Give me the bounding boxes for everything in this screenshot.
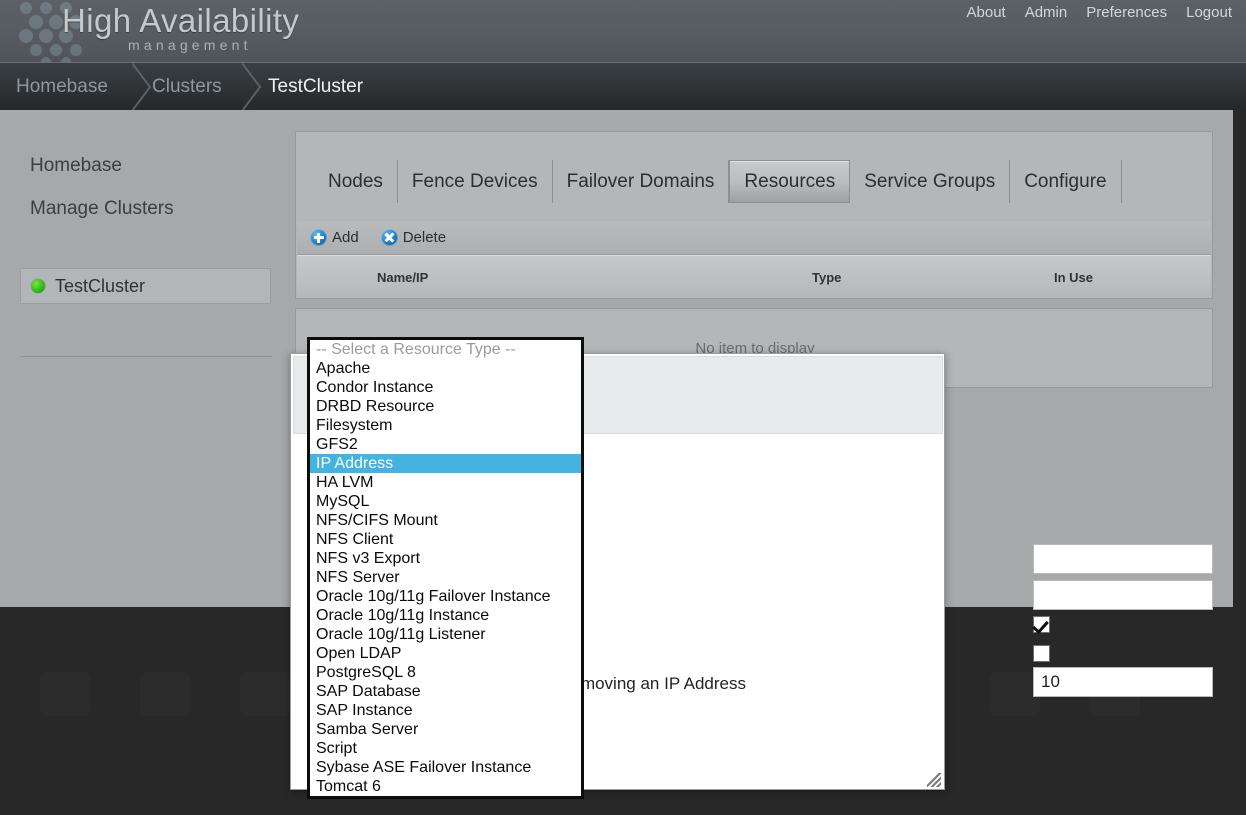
option-select-a-resource-type[interactable]: -- Select a Resource Type -- [310, 340, 581, 359]
chevron-right-icon [114, 62, 152, 112]
column-header-type[interactable]: Type [812, 270, 841, 285]
tab-nodes[interactable]: Nodes [314, 160, 398, 203]
dialog-checkbox-1[interactable] [1033, 616, 1050, 633]
delete-button[interactable]: Delete [380, 229, 447, 246]
resources-table-header: Name/IP Type In Use [297, 255, 1211, 298]
option-condor-instance[interactable]: Condor Instance [310, 378, 581, 397]
page-root: High Availability management About Admin… [0, 0, 1246, 815]
tab-service-groups[interactable]: Service Groups [850, 160, 1011, 203]
option-gfs2[interactable]: GFS2 [310, 435, 581, 454]
option-oracle-listener[interactable]: Oracle 10g/11g Listener [310, 625, 581, 644]
option-mysql[interactable]: MySQL [310, 492, 581, 511]
sidebar-item-manage-clusters[interactable]: Manage Clusters [30, 198, 174, 220]
sidebar-item-testcluster[interactable]: TestCluster [20, 268, 271, 304]
dialog-checkbox-2[interactable] [1033, 645, 1050, 662]
nav-link-logout[interactable]: Logout [1186, 4, 1232, 21]
column-header-name-ip[interactable]: Name/IP [377, 270, 428, 285]
add-button[interactable]: Add [310, 229, 359, 246]
option-open-ldap[interactable]: Open LDAP [310, 644, 581, 663]
breadcrumb-homebase[interactable]: Homebase [16, 63, 108, 111]
option-tomcat-6[interactable]: Tomcat 6 [310, 777, 581, 796]
option-sybase-ase-failover-instance[interactable]: Sybase ASE Failover Instance [310, 758, 581, 777]
option-postgresql-8[interactable]: PostgreSQL 8 [310, 663, 581, 682]
cluster-label: TestCluster [55, 275, 146, 296]
tab-fence-devices[interactable]: Fence Devices [398, 160, 553, 203]
resource-type-select-popup[interactable]: -- Select a Resource Type -- Apache Cond… [307, 337, 584, 799]
option-samba-server[interactable]: Samba Server [310, 720, 581, 739]
brand-subtitle: management [128, 37, 252, 53]
breadcrumb-testcluster: TestCluster [268, 76, 364, 97]
resources-panel: Nodes Fence Devices Failover Domains Res… [295, 131, 1213, 299]
chevron-right-icon [224, 62, 262, 112]
add-button-label: Add [332, 229, 359, 246]
sidebar-divider [20, 356, 272, 357]
sidebar: Homebase Manage Clusters TestCluster [0, 110, 290, 607]
option-filesystem[interactable]: Filesystem [310, 416, 581, 435]
option-script[interactable]: Script [310, 739, 581, 758]
tab-resources[interactable]: Resources [729, 160, 851, 203]
delete-button-label: Delete [402, 229, 447, 246]
tab-bar: Nodes Fence Devices Failover Domains Res… [314, 160, 1122, 203]
option-nfs-cifs-mount[interactable]: NFS/CIFS Mount [310, 511, 581, 530]
plus-circle-icon [310, 229, 327, 246]
tab-failover-domains[interactable]: Failover Domains [553, 160, 730, 203]
tab-configure[interactable]: Configure [1010, 160, 1122, 203]
option-drbd-resource[interactable]: DRBD Resource [310, 397, 581, 416]
resize-grip-icon[interactable] [927, 773, 941, 787]
backdrop-watermark [40, 672, 90, 716]
dialog-text-field-1[interactable] [1033, 544, 1213, 574]
nav-link-admin[interactable]: Admin [1025, 4, 1068, 21]
sidebar-item-homebase[interactable]: Homebase [30, 155, 122, 177]
nav-link-about[interactable]: About [967, 4, 1006, 21]
breadcrumb-bar: Homebase Clusters TestCluster [0, 62, 1246, 112]
option-nfs-client[interactable]: NFS Client [310, 530, 581, 549]
option-nfs-v3-export[interactable]: NFS v3 Export [310, 549, 581, 568]
x-circle-icon [380, 229, 398, 246]
brand-title: High Availability [62, 2, 300, 39]
resources-toolbar: Add Delete [297, 221, 1211, 255]
dialog-sleep-input[interactable] [1033, 667, 1213, 697]
green-status-dot-icon [31, 279, 45, 293]
backdrop-watermark [240, 672, 290, 716]
option-apache[interactable]: Apache [310, 359, 581, 378]
option-sap-instance[interactable]: SAP Instance [310, 701, 581, 720]
dialog-text-field-2[interactable] [1033, 580, 1213, 610]
column-header-in-use[interactable]: In Use [1054, 270, 1093, 285]
app-header: High Availability management About Admin… [0, 0, 1246, 62]
option-sap-database[interactable]: SAP Database [310, 682, 581, 701]
top-nav: About Admin Preferences Logout [967, 4, 1233, 21]
breadcrumb-clusters[interactable]: Clusters [152, 63, 222, 111]
option-nfs-server[interactable]: NFS Server [310, 568, 581, 587]
option-ip-address[interactable]: IP Address [310, 454, 581, 473]
option-oracle-failover-instance[interactable]: Oracle 10g/11g Failover Instance [310, 587, 581, 606]
nav-link-preferences[interactable]: Preferences [1086, 4, 1167, 21]
option-oracle-instance[interactable]: Oracle 10g/11g Instance [310, 606, 581, 625]
option-ha-lvm[interactable]: HA LVM [310, 473, 581, 492]
backdrop-watermark [140, 672, 190, 716]
